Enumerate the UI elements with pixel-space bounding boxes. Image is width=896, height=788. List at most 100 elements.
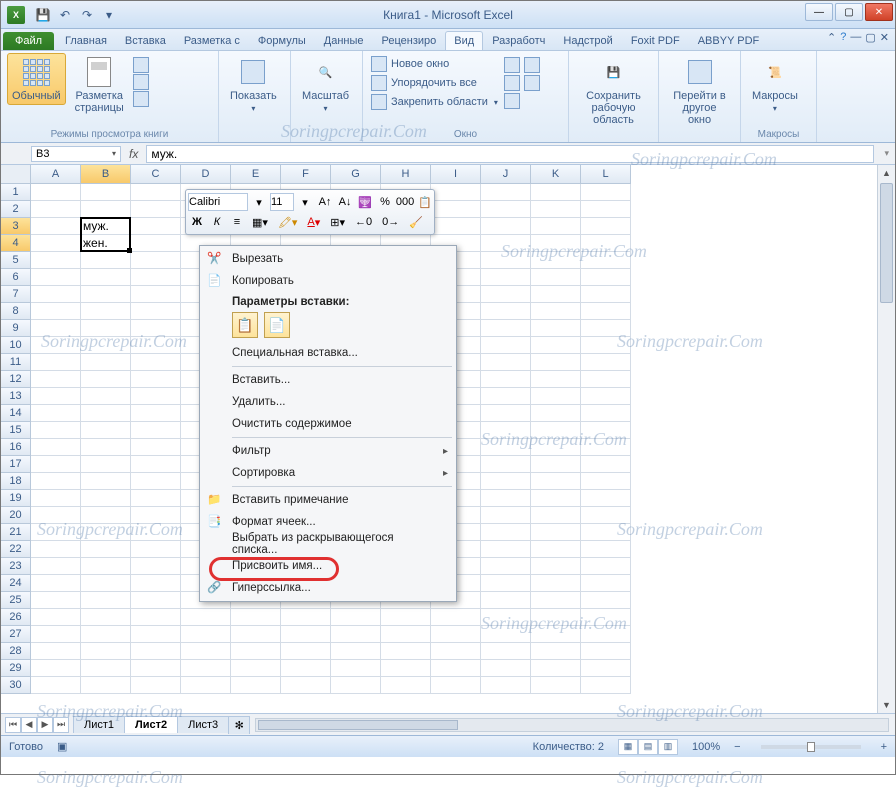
cell-B23[interactable]: [81, 558, 131, 575]
save-workspace-button[interactable]: 💾 Сохранить рабочую область: [575, 53, 652, 129]
cell-L25[interactable]: [581, 592, 631, 609]
cell-K29[interactable]: [531, 660, 581, 677]
tab-addins[interactable]: Надстрой: [554, 31, 621, 50]
cell-A28[interactable]: [31, 643, 81, 660]
cell-B21[interactable]: [81, 524, 131, 541]
cell-A8[interactable]: [31, 303, 81, 320]
scroll-up-icon[interactable]: ▲: [878, 165, 895, 181]
cell-B30[interactable]: [81, 677, 131, 694]
mini-size-box[interactable]: [270, 193, 294, 211]
format-painter-icon[interactable]: 📋: [416, 193, 434, 211]
cell-K18[interactable]: [531, 473, 581, 490]
cell-C25[interactable]: [131, 592, 181, 609]
ribbon-minimize-icon[interactable]: ⌃: [827, 31, 836, 44]
fx-icon[interactable]: fx: [129, 147, 138, 161]
status-macro-icon[interactable]: ▣: [57, 740, 67, 753]
cell-G26[interactable]: [331, 609, 381, 626]
cell-K8[interactable]: [531, 303, 581, 320]
cell-K5[interactable]: [531, 252, 581, 269]
bold-icon[interactable]: Ж: [188, 213, 206, 231]
cm-comment[interactable]: 📁Вставить примечание: [202, 489, 454, 511]
row-header-28[interactable]: 28: [1, 643, 31, 660]
cell-B5[interactable]: [81, 252, 131, 269]
cell-B8[interactable]: [81, 303, 131, 320]
arrange-all-button[interactable]: Упорядочить все: [369, 74, 500, 92]
cell-C2[interactable]: [131, 201, 181, 218]
col-header-E[interactable]: E: [231, 165, 281, 184]
maximize-button[interactable]: ▢: [835, 3, 863, 21]
cell-L22[interactable]: [581, 541, 631, 558]
cm-insert[interactable]: Вставить...: [202, 369, 454, 391]
row-header-21[interactable]: 21: [1, 524, 31, 541]
col-header-C[interactable]: C: [131, 165, 181, 184]
new-window-button[interactable]: Новое окно: [369, 55, 500, 73]
cell-I27[interactable]: [431, 626, 481, 643]
cell-J24[interactable]: [481, 575, 531, 592]
cell-C22[interactable]: [131, 541, 181, 558]
select-all-corner[interactable]: [1, 165, 31, 184]
cell-B12[interactable]: [81, 371, 131, 388]
dec-decimal-icon[interactable]: 0→: [378, 213, 403, 231]
cell-L5[interactable]: [581, 252, 631, 269]
cell-B17[interactable]: [81, 456, 131, 473]
row-header-27[interactable]: 27: [1, 626, 31, 643]
cell-B1[interactable]: [81, 184, 131, 201]
row-header-1[interactable]: 1: [1, 184, 31, 201]
row-header-17[interactable]: 17: [1, 456, 31, 473]
cell-L2[interactable]: [581, 201, 631, 218]
cell-B10[interactable]: [81, 337, 131, 354]
col-header-D[interactable]: D: [181, 165, 231, 184]
col-header-G[interactable]: G: [331, 165, 381, 184]
zoom-level[interactable]: 100%: [692, 741, 720, 753]
row-header-19[interactable]: 19: [1, 490, 31, 507]
cell-L12[interactable]: [581, 371, 631, 388]
cell-L21[interactable]: [581, 524, 631, 541]
cell-J13[interactable]: [481, 388, 531, 405]
cell-A26[interactable]: [31, 609, 81, 626]
undo-button[interactable]: ↶: [55, 5, 75, 25]
cell-C11[interactable]: [131, 354, 181, 371]
cell-A6[interactable]: [31, 269, 81, 286]
status-view-pagebreak[interactable]: ▥: [658, 739, 678, 755]
cell-D27[interactable]: [181, 626, 231, 643]
col-header-F[interactable]: F: [281, 165, 331, 184]
cell-K12[interactable]: [531, 371, 581, 388]
tab-data[interactable]: Данные: [315, 31, 373, 50]
fill-color-icon[interactable]: 🖍▾: [274, 213, 302, 231]
cell-J22[interactable]: [481, 541, 531, 558]
cell-K9[interactable]: [531, 320, 581, 337]
cell-J9[interactable]: [481, 320, 531, 337]
minimize-button[interactable]: —: [805, 3, 833, 21]
cell-B22[interactable]: [81, 541, 131, 558]
macros-button[interactable]: 📜 Макросы ▾: [747, 53, 803, 116]
row-header-5[interactable]: 5: [1, 252, 31, 269]
view-normal-button[interactable]: Обычный: [7, 53, 66, 105]
cell-J14[interactable]: [481, 405, 531, 422]
cell-I3[interactable]: [431, 218, 481, 235]
cell-J30[interactable]: [481, 677, 531, 694]
cell-C10[interactable]: [131, 337, 181, 354]
cell-J25[interactable]: [481, 592, 531, 609]
cell-C26[interactable]: [131, 609, 181, 626]
cell-H30[interactable]: [381, 677, 431, 694]
col-header-A[interactable]: A: [31, 165, 81, 184]
cell-C16[interactable]: [131, 439, 181, 456]
row-header-23[interactable]: 23: [1, 558, 31, 575]
cell-B25[interactable]: [81, 592, 131, 609]
formula-expand-icon[interactable]: ▾: [878, 148, 895, 159]
cell-J2[interactable]: [481, 201, 531, 218]
cell-K10[interactable]: [531, 337, 581, 354]
cell-K19[interactable]: [531, 490, 581, 507]
cell-K17[interactable]: [531, 456, 581, 473]
cell-G27[interactable]: [331, 626, 381, 643]
cm-clear[interactable]: Очистить содержимое: [202, 413, 454, 435]
cell-B7[interactable]: [81, 286, 131, 303]
cell-K11[interactable]: [531, 354, 581, 371]
cell-K3[interactable]: [531, 218, 581, 235]
cell-B3[interactable]: муж.: [81, 218, 131, 235]
close-button[interactable]: ✕: [865, 3, 893, 21]
sync-scroll-icon[interactable]: [524, 57, 540, 73]
view-pagelayout-button[interactable]: Разметка страницы: [70, 53, 129, 117]
cell-J4[interactable]: [481, 235, 531, 252]
formula-input[interactable]: муж.: [146, 145, 874, 163]
